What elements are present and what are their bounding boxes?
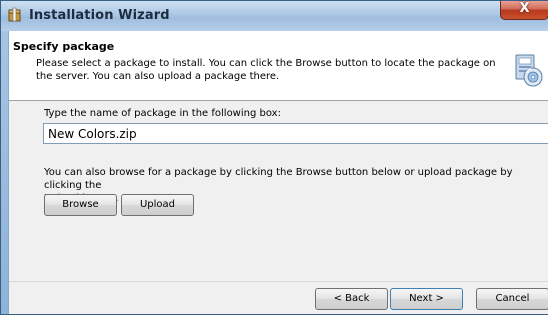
package-name-input[interactable]	[43, 123, 548, 144]
page-description: Please select a package to install. You …	[36, 58, 496, 82]
title-bar[interactable]: Installation Wizard X	[1, 1, 548, 31]
wizard-client-area: Specify package Please select a package …	[8, 31, 548, 314]
package-name-label: Type the name of package in the followin…	[44, 108, 281, 119]
browse-button[interactable]: Browse	[44, 194, 117, 216]
wizard-header: Specify package Please select a package …	[9, 31, 548, 101]
window-title: Installation Wizard	[29, 8, 170, 23]
upload-button[interactable]: Upload	[121, 194, 194, 216]
close-icon: X	[519, 1, 530, 16]
cancel-button[interactable]: Cancel	[476, 288, 548, 310]
package-disk-icon	[515, 54, 543, 87]
close-button[interactable]: X	[500, 1, 548, 20]
footer-divider	[9, 281, 548, 282]
installation-wizard-window: Installation Wizard X Specify package Pl…	[0, 0, 548, 315]
next-button[interactable]: Next >	[390, 288, 463, 310]
installer-package-icon	[8, 7, 21, 22]
browse-upload-help-text: You can also browse for a package by cli…	[44, 166, 548, 205]
page-title: Specify package	[13, 40, 115, 53]
back-button[interactable]: < Back	[315, 288, 388, 310]
